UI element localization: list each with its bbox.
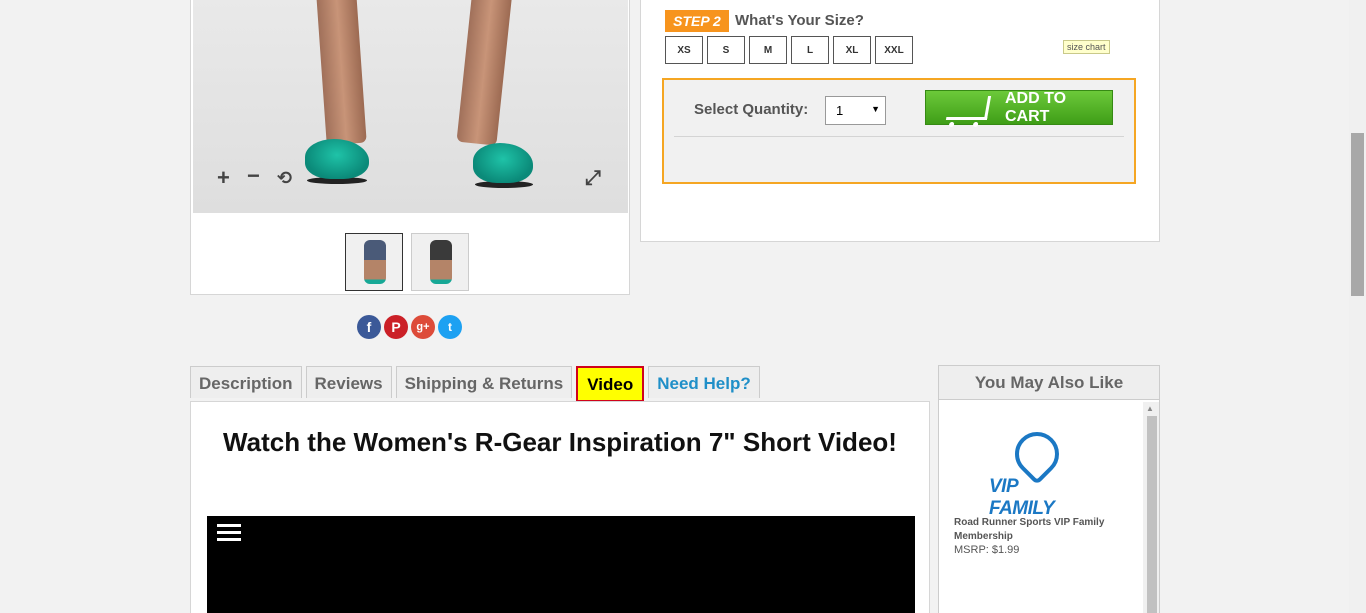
product-image-panel: + − ⟲ ⤢ bbox=[190, 0, 630, 295]
menu-icon[interactable] bbox=[217, 524, 241, 542]
thumbnail-figure bbox=[430, 240, 452, 284]
add-to-cart-button[interactable]: ADD TO CART bbox=[925, 90, 1113, 125]
also-like-product-name[interactable]: Road Runner Sports VIP Family Membership bbox=[954, 516, 1124, 544]
size-button-xs[interactable]: XS bbox=[665, 36, 703, 64]
purchase-panel: STEP 2 What's Your Size? XS S M L XL XXL… bbox=[640, 0, 1160, 242]
vip-logo-text: VIP FAMILY bbox=[989, 476, 1055, 519]
reset-zoom-icon[interactable]: ⟲ bbox=[277, 167, 292, 189]
video-tab-content: Watch the Women's R-Gear Inspiration 7" … bbox=[190, 401, 930, 613]
video-title: Watch the Women's R-Gear Inspiration 7" … bbox=[223, 427, 897, 457]
size-button-xxl[interactable]: XXL bbox=[875, 36, 913, 64]
add-to-cart-box: Select Quantity: 1 ▼ ADD TO CART bbox=[662, 78, 1136, 184]
zoom-out-icon[interactable]: − bbox=[247, 165, 260, 187]
zoom-in-icon[interactable]: + bbox=[217, 167, 230, 189]
size-step-title: What's Your Size? bbox=[735, 12, 864, 29]
tab-reviews[interactable]: Reviews bbox=[305, 366, 392, 398]
product-main-image[interactable]: + − ⟲ ⤢ bbox=[193, 0, 628, 213]
product-thumbnail-2[interactable] bbox=[411, 233, 469, 291]
quantity-label: Select Quantity: bbox=[694, 101, 809, 118]
twitter-icon[interactable]: t bbox=[438, 315, 462, 339]
size-button-s[interactable]: S bbox=[707, 36, 745, 64]
video-player[interactable] bbox=[207, 516, 915, 613]
product-photo-shoe bbox=[305, 139, 369, 179]
quantity-select[interactable]: 1 ▼ bbox=[825, 96, 886, 125]
thumbnail-figure bbox=[364, 240, 386, 284]
divider bbox=[674, 136, 1124, 137]
size-button-l[interactable]: L bbox=[791, 36, 829, 64]
facebook-icon[interactable]: f bbox=[357, 315, 381, 339]
dropdown-arrow-icon: ▼ bbox=[871, 104, 880, 114]
product-photo-leg bbox=[456, 0, 514, 146]
add-to-cart-label: ADD TO CART bbox=[1004, 89, 1067, 125]
product-tabs: Description Reviews Shipping & Returns V… bbox=[190, 366, 760, 402]
also-like-title: You May Also Like bbox=[939, 366, 1159, 400]
also-like-scrollbar[interactable]: ▲ bbox=[1143, 402, 1159, 613]
also-like-price: MSRP: $1.99 bbox=[954, 544, 1020, 556]
size-button-m[interactable]: M bbox=[749, 36, 787, 64]
product-thumbnail-1[interactable] bbox=[345, 233, 403, 291]
also-like-panel: You May Also Like VIP FAMILY Road Runner… bbox=[938, 365, 1160, 613]
fullscreen-icon[interactable]: ⤢ bbox=[585, 167, 601, 189]
tab-video[interactable]: Video bbox=[576, 366, 645, 402]
tab-description[interactable]: Description bbox=[190, 366, 302, 398]
tab-shipping-returns[interactable]: Shipping & Returns bbox=[395, 366, 573, 398]
scrollbar-thumb[interactable] bbox=[1147, 416, 1157, 613]
size-options: XS S M L XL XXL bbox=[665, 36, 913, 64]
shopping-cart-icon bbox=[945, 95, 992, 120]
quantity-value: 1 bbox=[836, 103, 844, 118]
page-scrollbar-thumb[interactable] bbox=[1351, 133, 1364, 296]
tab-need-help[interactable]: Need Help? bbox=[648, 366, 760, 398]
product-photo-shoe bbox=[473, 143, 533, 183]
social-share-bar: f P g+ t bbox=[357, 315, 462, 339]
scroll-up-icon[interactable]: ▲ bbox=[1146, 404, 1154, 413]
pinterest-icon[interactable]: P bbox=[384, 315, 408, 339]
page-scrollbar[interactable] bbox=[1349, 0, 1366, 613]
size-chart-link[interactable]: size chart bbox=[1063, 40, 1110, 54]
vip-family-logo[interactable]: VIP FAMILY bbox=[989, 422, 1087, 519]
google-plus-icon[interactable]: g+ bbox=[411, 315, 435, 339]
size-button-xl[interactable]: XL bbox=[833, 36, 871, 64]
product-photo-leg bbox=[315, 0, 367, 146]
step-badge: STEP 2 bbox=[665, 10, 729, 32]
